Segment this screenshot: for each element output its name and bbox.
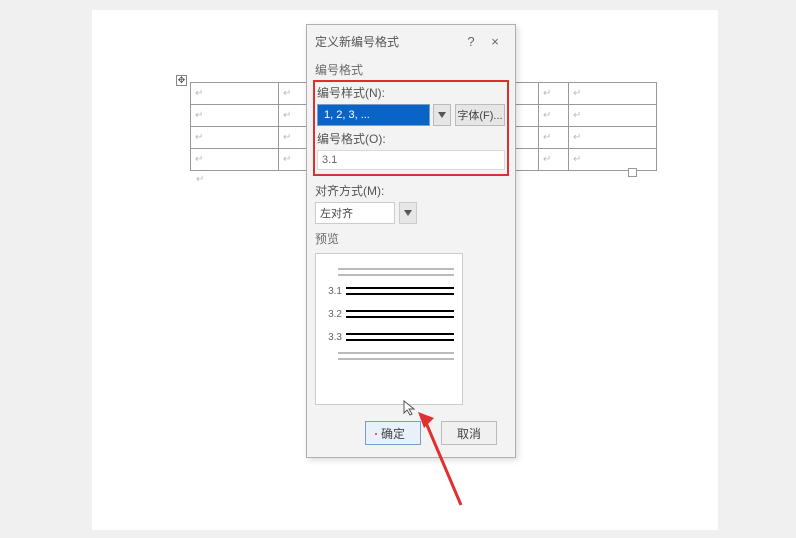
paragraph-mark-icon: ↵: [573, 154, 581, 165]
alignment-select[interactable]: 左对齐: [315, 202, 395, 224]
table-cell[interactable]: ↵: [191, 83, 279, 105]
table-cell[interactable]: ↵: [569, 149, 657, 171]
paragraph-mark-icon: ↵: [283, 154, 291, 165]
preview-number: 3.3: [324, 332, 346, 343]
number-style-value: 1, 2, 3, ...: [324, 109, 370, 121]
table-cell[interactable]: ↵: [279, 83, 309, 105]
paragraph-mark-icon: ↵: [543, 110, 551, 121]
alignment-value: 左对齐: [320, 205, 353, 221]
dialog-title: 定义新编号格式: [315, 33, 459, 50]
paragraph-mark-icon: ↵: [196, 174, 204, 185]
table-cell[interactable]: ↵: [279, 105, 309, 127]
section-number-format: 编号格式: [307, 57, 515, 80]
table-cell[interactable]: ↵: [569, 105, 657, 127]
annotation-highlight: 编号样式(N): 1, 2, 3, ... 字体(F)... 编号格式(O):: [313, 80, 509, 176]
table-cell[interactable]: ↵: [191, 127, 279, 149]
dropdown-icon[interactable]: [433, 104, 451, 126]
paragraph-mark-icon: ↵: [283, 88, 291, 99]
table-cell[interactable]: ↵: [569, 127, 657, 149]
font-button[interactable]: 字体(F)...: [455, 104, 505, 126]
table-cell[interactable]: ↵: [539, 83, 569, 105]
paragraph-mark-icon: ↵: [283, 132, 291, 143]
preview-panel: 3.1 3.2 3.3: [315, 253, 463, 405]
number-format-input[interactable]: [317, 150, 505, 170]
table-cell[interactable]: ↵: [539, 127, 569, 149]
preview-number: 3.2: [324, 309, 346, 320]
number-style-select[interactable]: 1, 2, 3, ...: [317, 104, 430, 126]
paragraph-mark-icon: ↵: [543, 88, 551, 99]
table-cell[interactable]: ↵: [569, 83, 657, 105]
label-alignment: 对齐方式(M):: [315, 182, 507, 199]
section-preview: 预览: [307, 226, 515, 249]
close-icon[interactable]: ×: [483, 34, 507, 49]
table-cell[interactable]: ↵: [279, 127, 309, 149]
table-resize-handle-icon[interactable]: [628, 168, 637, 177]
paragraph-mark-icon: ↵: [195, 88, 203, 99]
define-number-format-dialog: 定义新编号格式 ? × 编号格式 编号样式(N): 1, 2, 3, ... 字…: [306, 24, 516, 458]
paragraph-mark-icon: ↵: [195, 132, 203, 143]
paragraph-mark-icon: ↵: [573, 110, 581, 121]
help-icon[interactable]: ?: [459, 34, 483, 49]
table-cell[interactable]: ↵: [191, 105, 279, 127]
paragraph-mark-icon: ↵: [195, 110, 203, 121]
table-cell[interactable]: ↵: [279, 149, 309, 171]
cancel-button[interactable]: 取消: [441, 421, 497, 445]
label-number-style: 编号样式(N):: [317, 84, 505, 101]
paragraph-mark-icon: ↵: [195, 154, 203, 165]
paragraph-mark-icon: ↵: [543, 154, 551, 165]
dialog-titlebar[interactable]: 定义新编号格式 ? ×: [307, 25, 515, 57]
table-cell[interactable]: ↵: [539, 149, 569, 171]
preview-number: 3.1: [324, 286, 346, 297]
table-cell[interactable]: ↵: [191, 149, 279, 171]
paragraph-mark-icon: ↵: [543, 132, 551, 143]
table-cell[interactable]: ↵: [539, 105, 569, 127]
paragraph-mark-icon: ↵: [573, 88, 581, 99]
paragraph-mark-icon: ↵: [283, 110, 291, 121]
ok-button[interactable]: 确定: [365, 421, 421, 445]
table-anchor-icon[interactable]: ✥: [176, 75, 187, 86]
annotation-dot-icon: [375, 433, 377, 435]
dropdown-icon[interactable]: [399, 202, 417, 224]
label-number-format: 编号格式(O):: [317, 130, 505, 147]
ok-label: 确定: [381, 427, 405, 441]
paragraph-mark-icon: ↵: [573, 132, 581, 143]
